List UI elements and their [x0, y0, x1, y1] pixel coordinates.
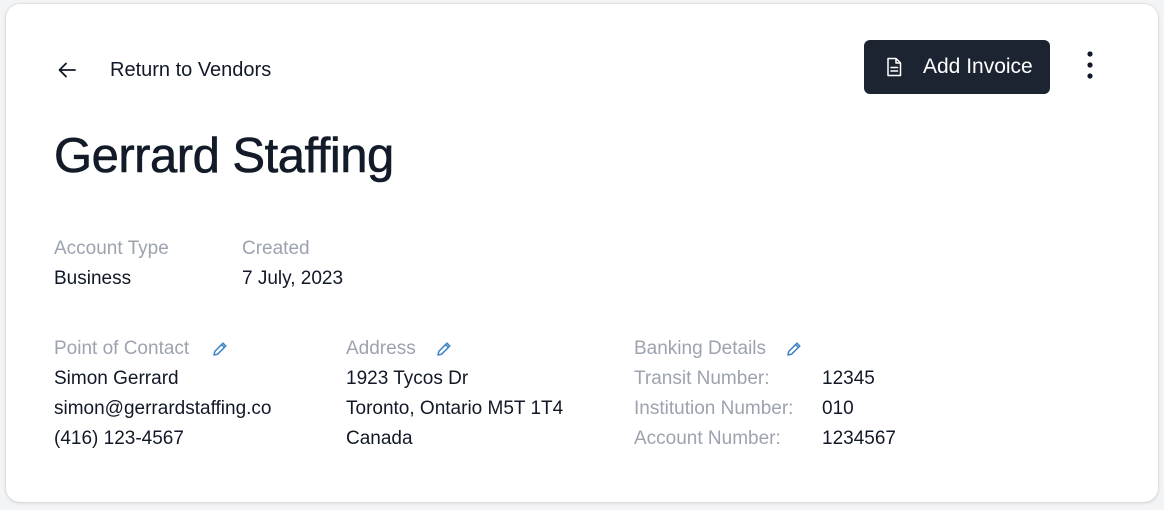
return-to-vendors-label: Return to Vendors [110, 58, 272, 81]
account-type-label: Account Type [54, 238, 169, 259]
more-vertical-icon [1086, 50, 1094, 85]
more-options-button[interactable] [1076, 50, 1104, 84]
address-country: Canada [346, 428, 413, 449]
contact-name: Simon Gerrard [54, 368, 179, 389]
transit-number-value: 12345 [822, 368, 875, 389]
point-of-contact-label: Point of Contact [54, 338, 190, 359]
created-label: Created [242, 238, 310, 259]
edit-contact-pencil-icon[interactable] [211, 340, 229, 358]
edit-banking-pencil-icon[interactable] [785, 340, 803, 358]
created-date-value: 7 July, 2023 [242, 268, 344, 289]
add-invoice-label: Add Invoice [923, 55, 1033, 78]
banking-details-label: Banking Details [634, 338, 767, 359]
edit-address-pencil-icon[interactable] [435, 340, 453, 358]
address-label: Address [346, 338, 416, 359]
arrow-left-icon [56, 59, 78, 81]
contact-email: simon@gerrardstaffing.co [54, 398, 272, 419]
transit-number-label: Transit Number: [634, 368, 770, 389]
document-icon [885, 57, 903, 77]
return-to-vendors-link[interactable]: Return to Vendors [56, 50, 271, 90]
account-type-value: Business [54, 268, 132, 289]
institution-number-value: 010 [822, 398, 854, 419]
vendor-detail-card: Return to Vendors Add Invoice Gerrard St… [6, 4, 1158, 502]
add-invoice-button[interactable]: Add Invoice [864, 40, 1050, 94]
vendor-name-title: Gerrard Staffing [54, 129, 395, 184]
contact-phone: (416) 123-4567 [54, 428, 184, 449]
address-line2: Toronto, Ontario M5T 1T4 [346, 398, 564, 419]
institution-number-label: Institution Number: [634, 398, 794, 419]
address-line1: 1923 Tycos Dr [346, 368, 469, 389]
account-number-value: 1234567 [822, 428, 896, 449]
account-number-label: Account Number: [634, 428, 781, 449]
